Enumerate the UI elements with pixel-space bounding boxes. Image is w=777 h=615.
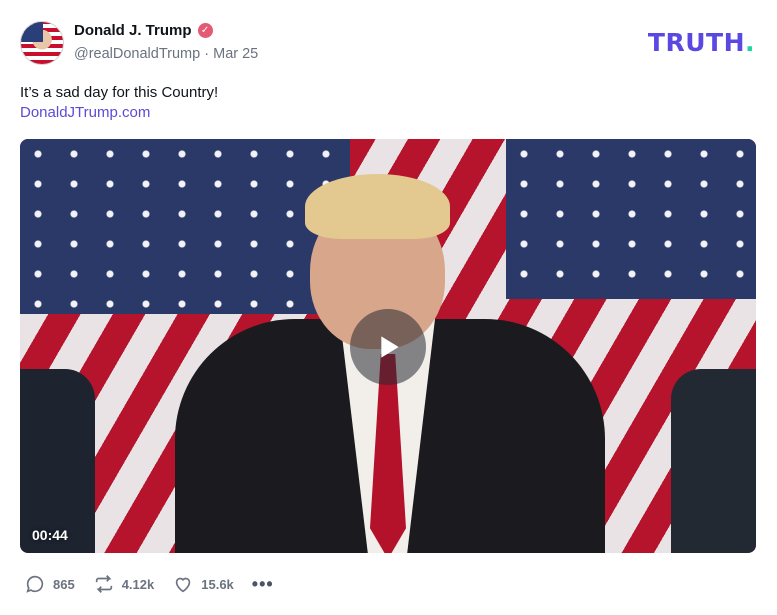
reply-button[interactable]: 865: [24, 573, 75, 595]
heart-icon: [176, 577, 191, 593]
author-avatar[interactable]: [20, 21, 64, 65]
post-text: It’s a sad day for this Country!: [20, 84, 219, 101]
video-duration: 00:44: [32, 527, 68, 543]
logo-text: TRUTH: [647, 28, 745, 57]
retruth-icon: [95, 575, 112, 593]
retruth-button[interactable]: 4.12k: [93, 573, 155, 595]
post-date[interactable]: Mar 25: [213, 46, 258, 62]
play-icon: [381, 336, 399, 358]
logo-dot: .: [745, 28, 755, 57]
retruth-count: 4.12k: [121, 576, 155, 592]
verified-badge-icon: ✓: [197, 23, 213, 38]
more-options-icon[interactable]: •••: [252, 574, 274, 595]
author-meta: @realDonaldTrump · Mar 25: [74, 46, 258, 62]
like-count: 15.6k: [201, 576, 234, 592]
reply-count: 865: [53, 576, 75, 592]
reply-icon: [26, 575, 44, 593]
truth-logo[interactable]: TRUTH.: [648, 28, 755, 57]
post-actions: 865 4.12k 15.6k •••: [24, 573, 274, 595]
post-link[interactable]: DonaldJTrump.com: [20, 104, 150, 121]
meta-separator: ·: [204, 46, 210, 62]
speaker-hair: [305, 174, 450, 239]
video-player[interactable]: 00:44: [20, 139, 756, 553]
like-button[interactable]: 15.6k: [172, 573, 234, 595]
author-name[interactable]: Donald J. Trump: [74, 22, 192, 39]
background-person-right: [671, 369, 756, 553]
flag-canton-left: [20, 139, 350, 314]
flag-canton-right: [506, 139, 756, 299]
author-handle[interactable]: @realDonaldTrump: [74, 46, 200, 62]
background-person-left: [20, 369, 95, 553]
play-button[interactable]: [350, 309, 426, 385]
